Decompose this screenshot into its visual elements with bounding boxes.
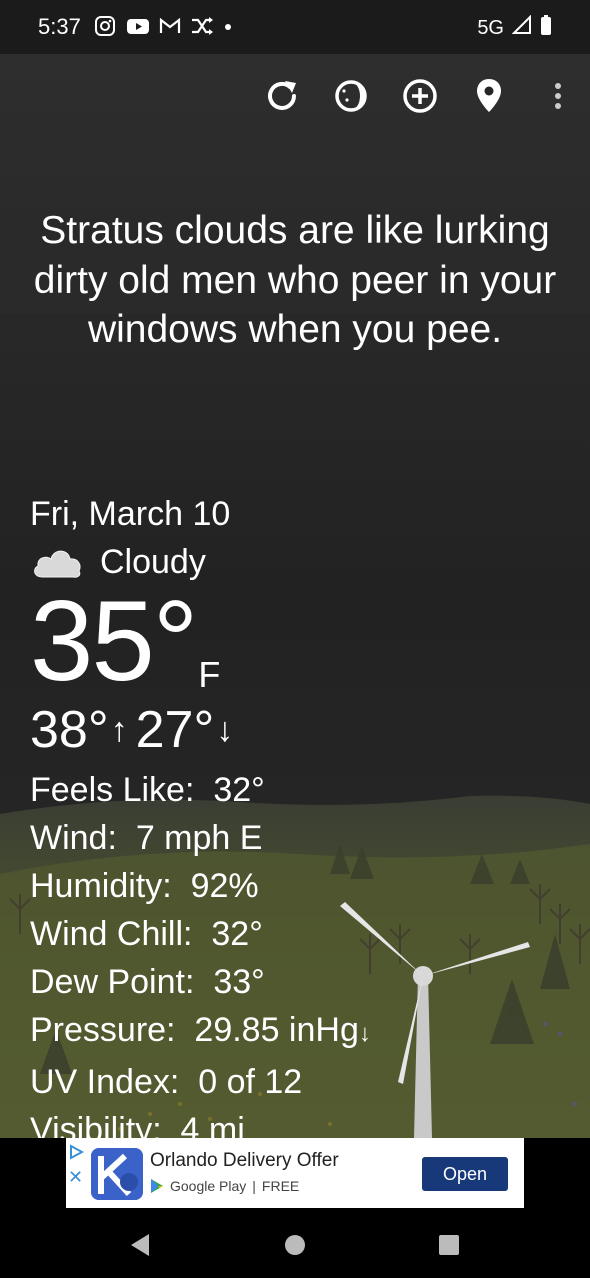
high-low-row: 38° ↑ 27° ↓ (30, 700, 570, 760)
location-button[interactable] (467, 74, 511, 118)
down-arrow-icon: ↓ (216, 711, 234, 749)
detail-visibility: Visibility: 4 mi (30, 1111, 245, 1138)
ad-subtitle: Google Play | FREE (150, 1178, 299, 1194)
detail-uv-index: UV Index: 0 of 12 (30, 1063, 303, 1101)
ad-choices-icon[interactable] (68, 1144, 84, 1160)
battery-icon (540, 14, 552, 42)
ad-divider: | (252, 1178, 256, 1194)
temperature-unit: F (198, 654, 221, 695)
ad-strip: ✕ Orlando Delivery Offer Google Play | F… (0, 1138, 590, 1210)
detail-feels-like: Feels Like: 32° (30, 771, 265, 809)
status-bar: 5:37 5G (0, 0, 590, 54)
home-icon (285, 1235, 305, 1255)
ad-close-icon[interactable]: ✕ (68, 1168, 83, 1186)
current-weather: Fri, March 10 Cloudy 35° F 38° ↑ 27° ↓ F… (30, 492, 570, 1138)
high-temperature: 38° (30, 701, 109, 759)
network-label: 5G (477, 16, 504, 39)
weather-details: Feels Like: 32° Wind: 7 mph E Humidity: … (30, 766, 570, 1138)
detail-pressure: Pressure: 29.85 inHg↓ (30, 1011, 371, 1049)
refresh-icon (268, 81, 296, 110)
detail-dew-point: Dew Point: 33° (30, 963, 265, 1001)
add-location-icon (403, 79, 437, 113)
current-temperature: 35° (30, 578, 198, 705)
instagram-icon (94, 15, 116, 37)
more-options-button[interactable] (536, 74, 580, 118)
ad-app-logo (91, 1148, 143, 1200)
up-arrow-icon: ↑ (110, 711, 128, 749)
gmail-icon (158, 15, 181, 37)
refresh-button[interactable] (260, 74, 304, 118)
pressure-trend-down-icon: ↓ (358, 1020, 371, 1047)
ad-title: Orlando Delivery Offer (150, 1150, 339, 1171)
cloud-icon (34, 550, 81, 578)
more-vert-icon (555, 83, 561, 109)
dot-icon (222, 15, 244, 37)
back-icon (131, 1234, 149, 1256)
weather-quote: Stratus clouds are like lurking dirty ol… (33, 209, 557, 351)
low-temperature: 27° (135, 701, 215, 759)
ad-price: FREE (261, 1178, 300, 1194)
recents-button[interactable] (434, 1230, 464, 1260)
recents-icon (439, 1235, 459, 1255)
detail-wind-chill: Wind Chill: 32° (30, 915, 263, 953)
toolbar (260, 74, 590, 118)
temperature-row: 35° F (30, 584, 570, 700)
weather-scene: Stratus clouds are like lurking dirty ol… (0, 54, 590, 1138)
date-label: Fri, March 10 (30, 495, 231, 533)
shuffle-icon (190, 15, 213, 37)
detail-wind: Wind: 7 mph E (30, 819, 263, 857)
detail-humidity: Humidity: 92% (30, 867, 259, 905)
back-button[interactable] (127, 1230, 157, 1260)
ad-open-button[interactable]: Open (422, 1157, 508, 1191)
youtube-icon (126, 15, 149, 37)
ad-store: Google Play (170, 1178, 247, 1194)
home-button[interactable] (280, 1230, 310, 1260)
location-pin-icon (477, 79, 501, 112)
status-time: 5:37 (38, 14, 81, 39)
add-location-button[interactable] (398, 74, 442, 118)
moon-phase-icon (335, 80, 367, 112)
navigation-bar (0, 1210, 590, 1278)
ad-banner[interactable]: ✕ Orlando Delivery Offer Google Play | F… (66, 1138, 524, 1208)
google-play-icon (151, 1179, 163, 1193)
moon-phase-button[interactable] (329, 74, 373, 118)
signal-icon (511, 14, 532, 41)
condition-label: Cloudy (100, 542, 206, 581)
